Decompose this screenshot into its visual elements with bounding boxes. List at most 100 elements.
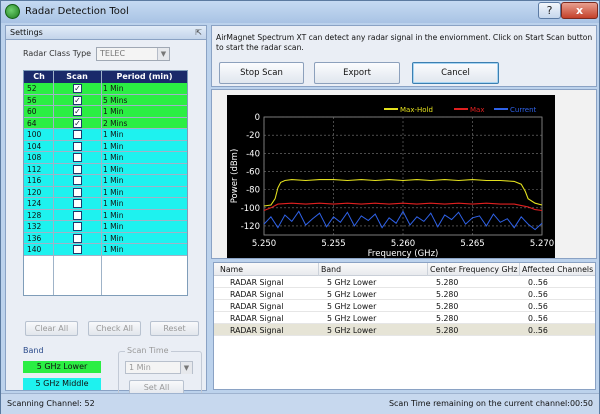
results-cell: 5 GHz Lower xyxy=(327,290,377,299)
results-rows: RADAR Signal 5 GHz Lower 5.280 0..56 RADAR S… xyxy=(214,276,595,336)
channel-row[interactable]: 136 1 Min xyxy=(24,232,187,244)
pin-icon[interactable]: ⇱ xyxy=(195,28,202,37)
channel-row[interactable]: 100 1 Min xyxy=(24,129,187,141)
channel-row[interactable]: 108 1 Min xyxy=(24,152,187,164)
results-row[interactable]: RADAR Signal 5 GHz Lower 5.280 0..56 xyxy=(214,312,595,324)
y-tick-label: -40 xyxy=(246,149,260,159)
scan-checkbox[interactable]: ✓ xyxy=(73,107,82,116)
channel-period: 1 Min xyxy=(103,187,124,197)
channel-row[interactable]: 104 1 Min xyxy=(24,140,187,152)
scan-checkbox[interactable] xyxy=(73,222,82,231)
column-divider xyxy=(53,71,54,295)
results-table: Name Band Center Frequency GHz Affected Cha… xyxy=(213,262,596,390)
radar-class-dropdown[interactable]: TELEC ▼ xyxy=(96,47,170,61)
y-tick-label: -60 xyxy=(246,167,260,177)
results-header: Name Band Center Frequency GHz Affected Cha… xyxy=(214,263,595,276)
channel-number: 132 xyxy=(27,222,42,231)
x-tick-label: 5.270 xyxy=(530,239,554,249)
results-column-header[interactable]: Center Frequency GHz xyxy=(430,265,517,274)
channel-number: 112 xyxy=(27,164,42,174)
scan-checkbox[interactable] xyxy=(73,153,82,162)
x-tick-label: 5.260 xyxy=(391,239,415,249)
channel-row[interactable]: 116 1 Min xyxy=(24,175,187,187)
scan-time-label: Scan Time xyxy=(125,346,171,355)
status-bar: Scanning Channel: 52 Scan Time remaining… xyxy=(1,393,599,414)
scan-checkbox[interactable] xyxy=(73,187,82,197)
scan-checkbox[interactable] xyxy=(73,141,82,151)
channel-table-header: Ch Scan Period (min) xyxy=(24,71,187,83)
scan-checkbox[interactable]: ✓ xyxy=(73,118,82,128)
check-all-button[interactable]: Check All xyxy=(88,321,141,336)
help-button[interactable]: ? xyxy=(538,2,561,19)
channel-row[interactable]: 140 1 Min xyxy=(24,244,187,256)
channel-row[interactable]: 112 1 Min xyxy=(24,163,187,175)
channel-row[interactable]: 124 1 Min xyxy=(24,198,187,210)
cancel-button[interactable]: Cancel xyxy=(412,62,499,84)
results-cell: 0..56 xyxy=(528,290,548,299)
scan-checkbox[interactable]: ✓ xyxy=(73,84,82,93)
channel-row[interactable]: 52 ✓ 1 Min xyxy=(24,83,187,95)
x-tick-label: 5.255 xyxy=(321,239,345,249)
scan-checkbox[interactable] xyxy=(73,130,82,139)
legend-label: Max xyxy=(470,106,484,114)
results-row[interactable]: RADAR Signal 5 GHz Lower 5.280 0..56 xyxy=(214,288,595,300)
legend-label: Current xyxy=(510,106,537,114)
app-window: Radar Detection Tool ? x Settings ⇱ Rada… xyxy=(0,0,600,414)
scan-checkbox[interactable] xyxy=(73,164,82,174)
x-tick-label: 5.265 xyxy=(460,239,484,249)
y-tick-label: -100 xyxy=(241,204,260,214)
results-column-header[interactable]: Affected Channels xyxy=(522,265,593,274)
clear-all-button[interactable]: Clear All xyxy=(25,321,78,336)
channel-period: 5 Mins xyxy=(103,95,128,105)
channel-row[interactable]: 64 ✓ 2 Mins xyxy=(24,117,187,129)
results-row[interactable]: RADAR Signal 5 GHz Lower 5.280 0..56 xyxy=(214,276,595,288)
top-panel: AirMagnet Spectrum XT can detect any rad… xyxy=(211,25,597,87)
scan-checkbox[interactable]: ✓ xyxy=(73,95,82,105)
results-cell: RADAR Signal xyxy=(230,314,284,323)
channel-period: 1 Min xyxy=(103,176,124,185)
results-row[interactable]: RADAR Signal 5 GHz Lower 5.280 0..56 xyxy=(214,324,595,336)
results-row[interactable]: RADAR Signal 5 GHz Lower 5.280 0..56 xyxy=(214,300,595,312)
chart-panel: 0 -20 -40 -60 -80 -100 -120 5.250 5.255 5.260 5.26… xyxy=(211,89,597,259)
close-button[interactable]: x xyxy=(561,2,598,19)
title-bar: Radar Detection Tool ? x xyxy=(1,1,599,23)
reset-button[interactable]: Reset xyxy=(150,321,199,336)
channel-period: 1 Min xyxy=(103,233,124,243)
scan-checkbox[interactable] xyxy=(73,199,82,208)
channel-row[interactable]: 60 ✓ 1 Min xyxy=(24,106,187,118)
channel-row[interactable]: 132 1 Min xyxy=(24,221,187,233)
results-column-header[interactable]: Band xyxy=(321,265,341,274)
column-header-period[interactable]: Period (min) xyxy=(102,72,187,81)
column-header-scan[interactable]: Scan xyxy=(54,72,100,81)
scan-time-value: 1 Min xyxy=(129,363,151,372)
app-icon xyxy=(5,4,20,19)
column-divider xyxy=(101,71,102,295)
scan-time-dropdown[interactable]: 1 Min ▼ xyxy=(125,361,193,374)
channel-number: 56 xyxy=(27,95,37,105)
channel-period: 1 Min xyxy=(103,245,124,254)
results-cell: 5.280 xyxy=(436,290,459,299)
y-tick-label: -120 xyxy=(241,222,260,232)
scan-checkbox[interactable] xyxy=(73,233,82,243)
results-column-header[interactable]: Name xyxy=(220,265,243,274)
band-label: Band xyxy=(23,346,44,355)
info-text: AirMagnet Spectrum XT can detect any rad… xyxy=(216,33,593,52)
channel-number: 120 xyxy=(27,187,42,197)
scan-checkbox[interactable] xyxy=(73,210,82,220)
scan-checkbox[interactable] xyxy=(73,176,82,185)
column-header-ch[interactable]: Ch xyxy=(26,72,52,81)
channel-row[interactable]: 120 1 Min xyxy=(24,186,187,198)
settings-header: Settings ⇱ xyxy=(6,26,206,40)
export-button[interactable]: Export xyxy=(314,62,400,84)
channel-number: 136 xyxy=(27,233,42,243)
x-tick-label: 5.250 xyxy=(252,239,276,249)
channel-number: 108 xyxy=(27,153,42,162)
channel-row[interactable]: 56 ✓ 5 Mins xyxy=(24,94,187,106)
channel-row[interactable]: 128 1 Min xyxy=(24,209,187,221)
results-cell: 5.280 xyxy=(436,314,459,323)
scan-checkbox[interactable] xyxy=(73,245,82,254)
window-title: Radar Detection Tool xyxy=(25,6,129,17)
results-cell: RADAR Signal xyxy=(230,302,284,311)
stop-scan-button[interactable]: Stop Scan xyxy=(219,62,304,84)
chevron-down-icon: ▼ xyxy=(157,48,169,60)
